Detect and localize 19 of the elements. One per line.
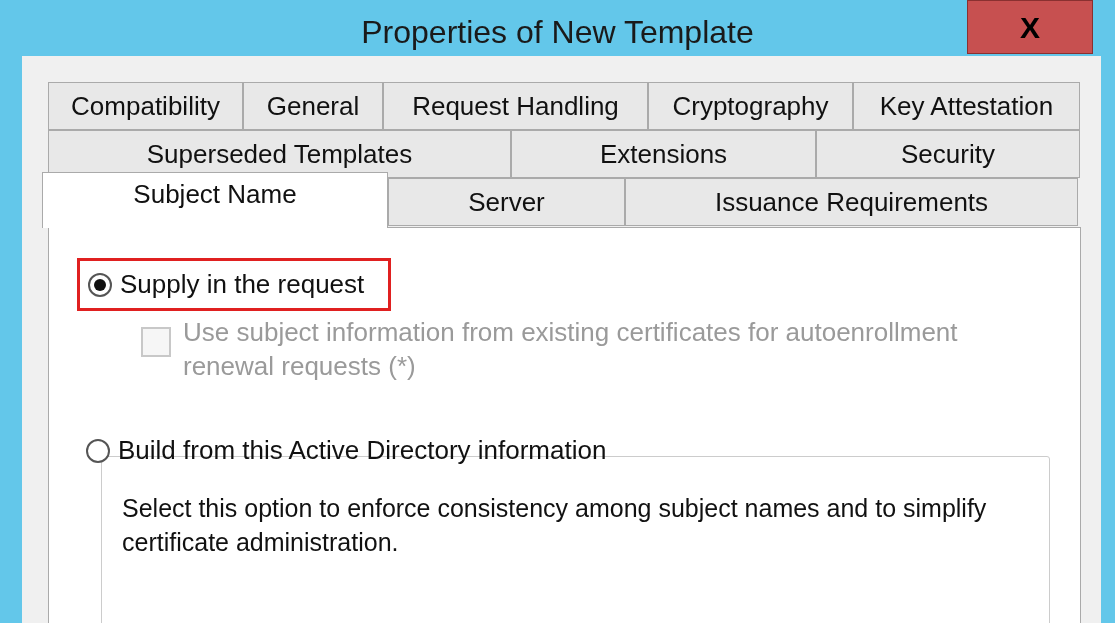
- tab[interactable]: Server: [388, 178, 625, 226]
- tab[interactable]: Security: [816, 130, 1080, 178]
- close-button[interactable]: X: [967, 0, 1093, 54]
- option-label: Use subject information from existing certificates for autoenrollment renewal requests (*): [183, 316, 959, 383]
- tab[interactable]: General: [243, 82, 383, 130]
- radio-button[interactable]: [88, 272, 112, 297]
- tab[interactable]: Compatibility: [48, 82, 243, 130]
- tab[interactable]: Cryptography: [648, 82, 853, 130]
- radio-button[interactable]: [86, 438, 110, 463]
- tab[interactable]: Key Attestation: [853, 82, 1080, 130]
- tab[interactable]: Issuance Requirements: [625, 178, 1078, 226]
- description-text: Select this option to enforce consistency among subject names and to simplify certificate administration.: [122, 493, 988, 558]
- tab[interactable]: Superseded Templates: [48, 130, 511, 178]
- tab[interactable]: Subject Name: [42, 172, 388, 228]
- window-title: Properties of New Template: [361, 13, 754, 52]
- tab[interactable]: Request Handling: [383, 82, 648, 130]
- option-label: Build from this Active Directory information: [118, 434, 607, 467]
- tab[interactable]: Extensions: [511, 130, 816, 178]
- option-label: Supply in the request: [120, 268, 365, 301]
